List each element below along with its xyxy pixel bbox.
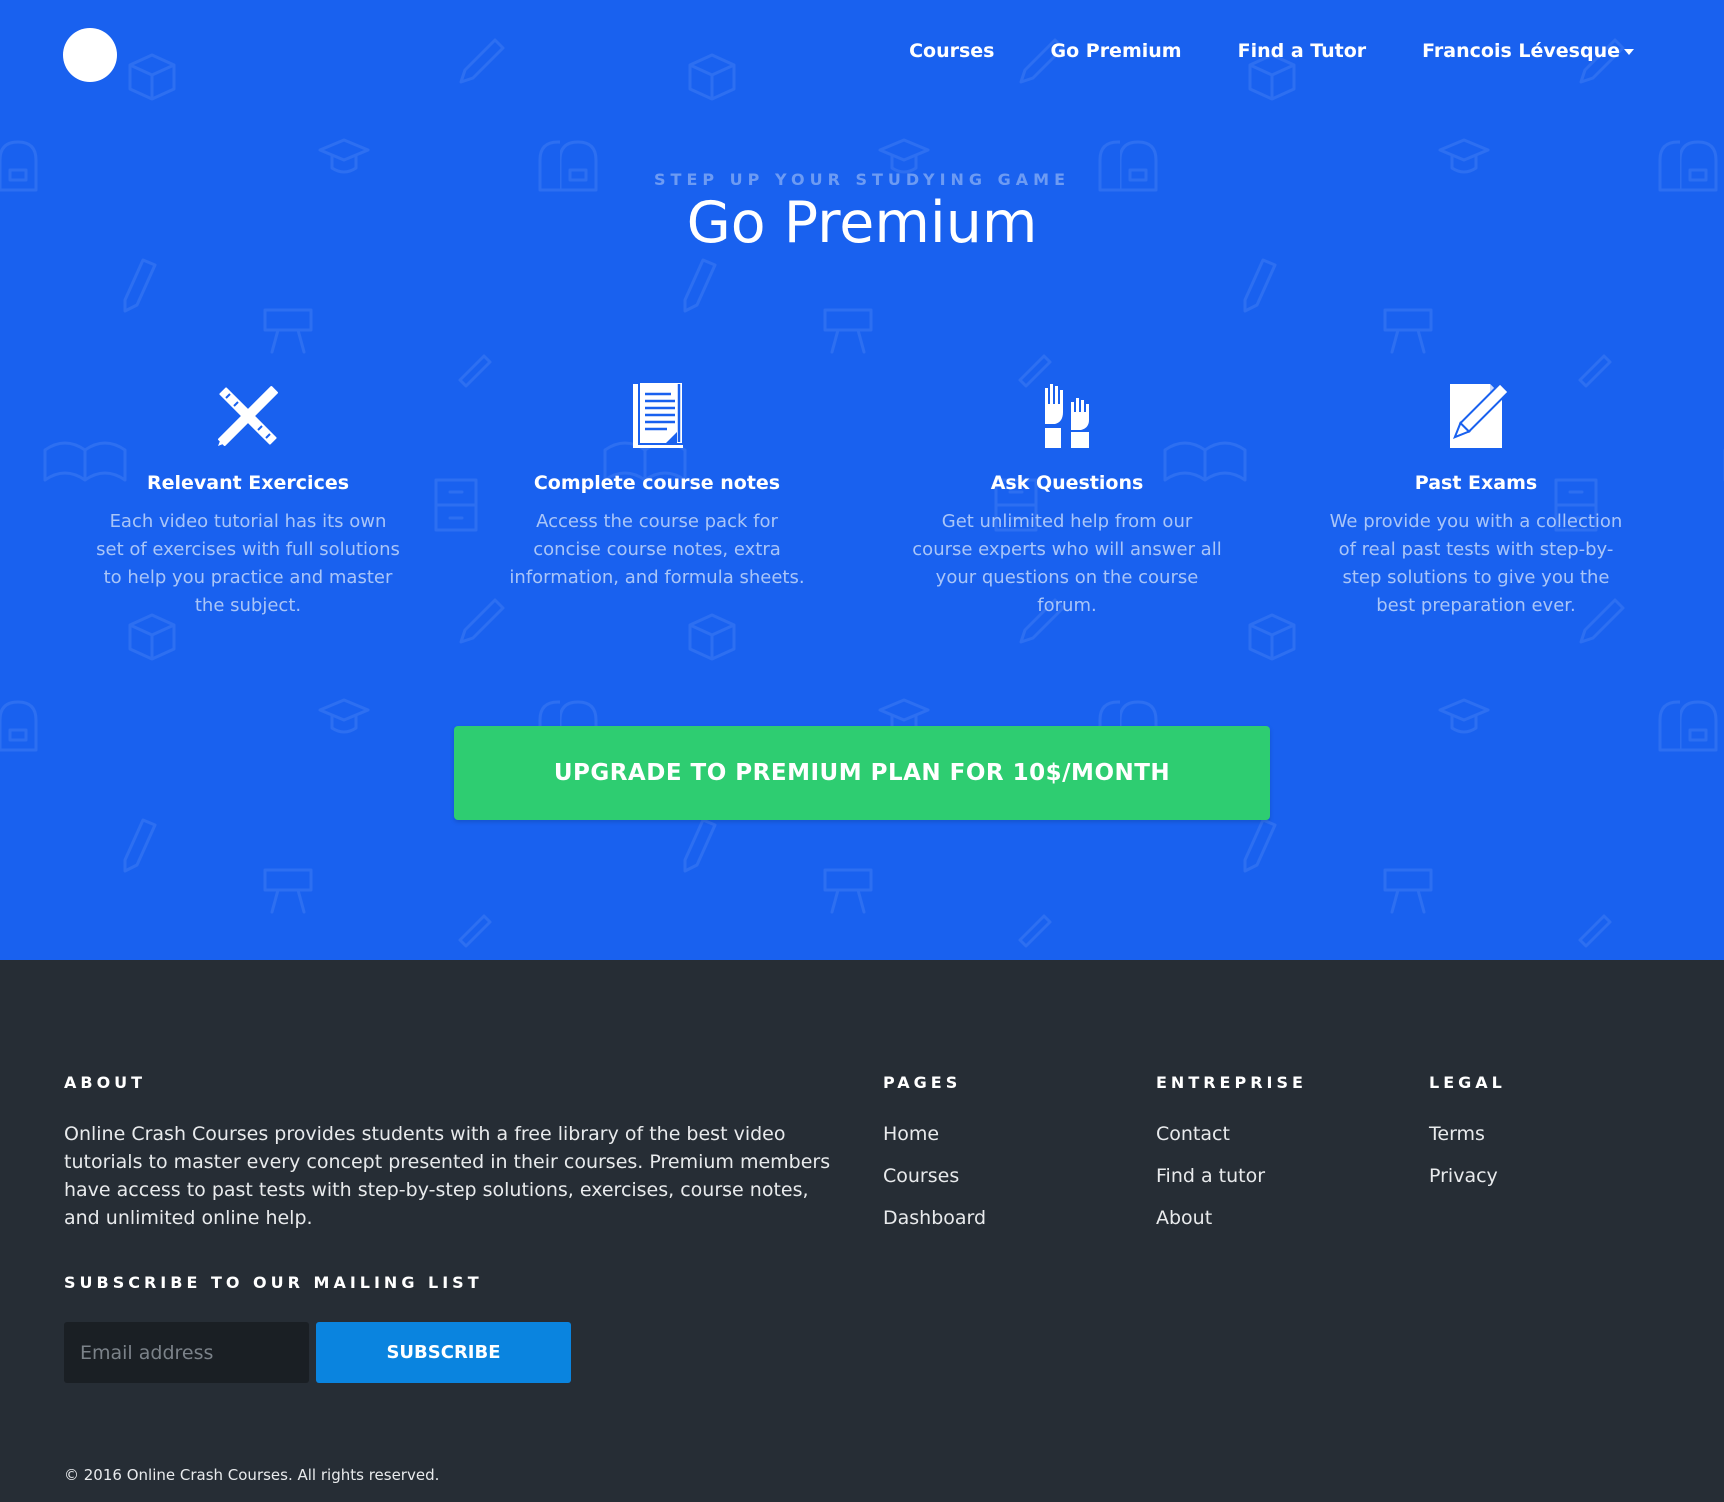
copyright: © 2016 Online Crash Courses. All rights … <box>64 1466 440 1484</box>
site-footer: ABOUT Online Crash Courses provides stud… <box>0 960 1724 1502</box>
page-title: Go Premium <box>686 190 1038 256</box>
footer-link-home[interactable]: Home <box>883 1120 986 1162</box>
feature-item: Past Exams We provide you with a collect… <box>1321 380 1631 620</box>
email-input[interactable] <box>64 1322 309 1383</box>
feature-description: Each video tutorial has its own set of e… <box>96 511 400 616</box>
nav-find-tutor[interactable]: Find a Tutor <box>1238 40 1367 62</box>
feature-title: Complete course notes <box>533 472 781 494</box>
upgrade-premium-button[interactable]: UPGRADE TO PREMIUM PLAN FOR 10$/MONTH <box>454 726 1270 820</box>
pages-heading: PAGES <box>883 1073 962 1092</box>
site-logo[interactable] <box>63 28 117 82</box>
footer-link-courses[interactable]: Courses <box>883 1162 986 1204</box>
feature-item: Ask Questions Get unlimited help from ou… <box>912 380 1222 620</box>
pages-links: Home Courses Dashboard <box>883 1120 986 1246</box>
feature-title: Relevant Exercices <box>146 472 350 494</box>
nav-links: Courses Go Premium Find a Tutor Francois… <box>909 40 1634 62</box>
entreprise-links: Contact Find a tutor About <box>1156 1120 1265 1246</box>
footer-link-find-tutor[interactable]: Find a tutor <box>1156 1162 1265 1204</box>
premium-hero: Courses Go Premium Find a Tutor Francois… <box>0 0 1724 960</box>
feature-title: Ask Questions <box>990 472 1144 494</box>
legal-heading: LEGAL <box>1429 1073 1506 1092</box>
footer-link-terms[interactable]: Terms <box>1429 1120 1498 1162</box>
top-navbar: Courses Go Premium Find a Tutor Francois… <box>0 0 1724 110</box>
caret-down-icon <box>1624 48 1634 55</box>
entreprise-heading: ENTREPRISE <box>1156 1073 1307 1092</box>
hero-eyebrow: STEP UP YOUR STUDYING GAME <box>654 170 1070 189</box>
about-text: Online Crash Courses provides students w… <box>64 1123 831 1229</box>
feature-item: Complete course notes Access the course … <box>502 380 812 592</box>
feature-title: Past Exams <box>1414 472 1538 494</box>
feature-description: Get unlimited help from our course exper… <box>912 511 1222 616</box>
subscribe-button[interactable]: SUBSCRIBE <box>316 1322 571 1383</box>
feature-description: Access the course pack for concise cours… <box>509 511 805 588</box>
about-heading: ABOUT <box>64 1073 147 1092</box>
user-menu[interactable]: Francois Lévesque <box>1422 40 1634 62</box>
nav-courses[interactable]: Courses <box>909 40 994 62</box>
raised-hands-icon <box>1045 384 1089 448</box>
footer-link-dashboard[interactable]: Dashboard <box>883 1204 986 1246</box>
feature-item: Relevant Exercices Each video tutorial h… <box>93 380 403 620</box>
nav-go-premium[interactable]: Go Premium <box>1051 40 1182 62</box>
feature-description: We provide you with a collection of real… <box>1329 511 1623 616</box>
notes-icon <box>633 381 684 448</box>
footer-link-privacy[interactable]: Privacy <box>1429 1162 1498 1204</box>
pencil-ruler-icon <box>218 386 278 446</box>
exam-pencil-icon <box>1450 382 1510 448</box>
footer-link-contact[interactable]: Contact <box>1156 1120 1265 1162</box>
legal-links: Terms Privacy <box>1429 1120 1498 1204</box>
user-name: Francois Lévesque <box>1422 40 1620 62</box>
footer-link-about[interactable]: About <box>1156 1204 1265 1246</box>
subscribe-heading: SUBSCRIBE TO OUR MAILING LIST <box>64 1273 483 1292</box>
